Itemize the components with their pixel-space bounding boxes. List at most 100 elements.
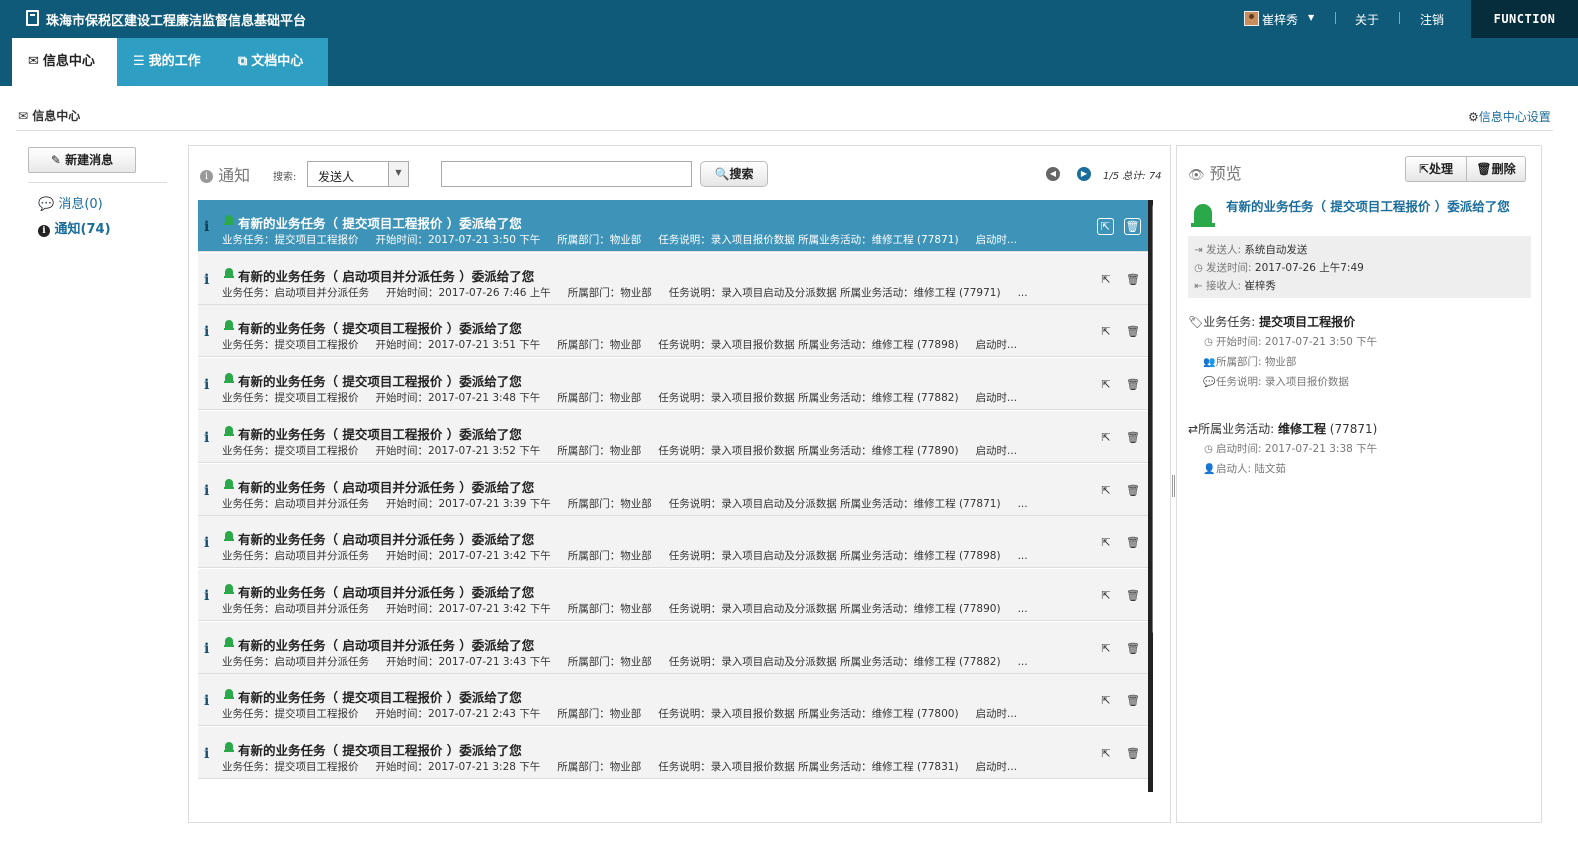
notification-details: 业务任务：提交项目工程报价 开始时间：2017-07-21 3:52 下午 所属部门… xyxy=(222,443,1042,458)
share-icon[interactable]: ⇱ xyxy=(1099,642,1113,655)
list-item[interactable]: i 有新的业务任务（ 提交项目工程报价 ）委派给了您 业务任务：提交项目工程报价 开始… xyxy=(198,305,1148,358)
list-item[interactable]: i 有新的业务任务（ 启动项目并分派任务 ）委派给了您 业务任务：启动项目并分派任务… xyxy=(198,621,1148,674)
chevron-down-icon[interactable]: ▼ xyxy=(388,162,408,186)
tab-document-center[interactable]: ⧉ 文档中心 xyxy=(222,38,328,86)
new-message-button[interactable]: ✎ 新建消息 xyxy=(28,147,136,173)
trash-icon[interactable]: 🗑 xyxy=(1126,273,1140,286)
task-field: 业务任务：提交项目工程报价 xyxy=(222,234,359,246)
list-item[interactable]: i 有新的业务任务（ 提交项目工程报价 ）委派给了您 业务任务：提交项目工程报价 开始… xyxy=(198,358,1148,411)
trash-icon[interactable]: 🗑 xyxy=(1126,325,1140,338)
search-input[interactable] xyxy=(441,161,692,187)
notification-title: 有新的业务任务（ 提交项目工程报价 ）委派给了您 xyxy=(238,321,522,337)
chevron-down-icon[interactable]: ▼ xyxy=(1308,13,1314,22)
info-icon: i xyxy=(204,482,210,499)
settings-link[interactable]: ⚙信息中心设置 xyxy=(1468,108,1551,125)
start-time-field: 开始时间：2017-07-21 3:42 下午 xyxy=(386,602,551,615)
sign-in-icon: ⇤ xyxy=(1194,281,1203,292)
scrollbar[interactable] xyxy=(1148,200,1153,792)
trash-icon[interactable]: 🗑 xyxy=(1126,642,1140,655)
trash-icon[interactable]: 🗑 xyxy=(1126,694,1140,707)
task-field: 业务任务：提交项目工程报价 xyxy=(222,708,359,721)
search-label: 搜索: xyxy=(273,172,297,183)
trash-icon[interactable]: 🗑 xyxy=(1126,747,1140,760)
list-item[interactable]: i 有新的业务任务（ 启动项目并分派任务 ）委派给了您 业务任务：启动项目并分派任务… xyxy=(198,568,1148,621)
next-page-icon[interactable]: ▶ xyxy=(1077,167,1091,181)
app-title: 珠海市保税区建设工程廉洁监督信息基础平台 xyxy=(46,14,307,29)
description-field: 任务说明：录入项目报价数据 所属业务活动：维修工程 (77890) xyxy=(658,444,959,457)
sidebar-item-messages[interactable]: 💬 消息(0) xyxy=(38,193,103,212)
bell-icon xyxy=(224,215,234,225)
sign-out-icon: ⇥ xyxy=(1194,245,1203,256)
bell-icon xyxy=(224,373,234,384)
trash-icon[interactable]: 🗑 xyxy=(1126,431,1140,444)
avatar[interactable] xyxy=(1244,11,1259,26)
dept-field: 所属部门：物业部 xyxy=(557,339,642,352)
share-icon[interactable]: ⇱ xyxy=(1099,484,1113,497)
task-field: 业务任务：提交项目工程报价 xyxy=(222,339,359,352)
share-icon[interactable]: ⇱ xyxy=(1099,325,1113,338)
list-item[interactable]: i 有新的业务任务（ 提交项目工程报价 ）委派给了您 业务任务：提交项目工程报价 开始… xyxy=(198,410,1148,463)
share-icon[interactable]: ⇱ xyxy=(1099,694,1113,707)
divider xyxy=(1335,12,1336,24)
scrollbar-thumb[interactable] xyxy=(1152,204,1153,634)
sidebar-item-notifications[interactable]: i 通知(74) xyxy=(38,218,111,237)
list-item[interactable]: i 有新的业务任务（ 提交项目工程报价 ）委派给了您 业务任务：提交项目工程报价 开始… xyxy=(198,200,1148,252)
process-button[interactable]: ⇱处理 xyxy=(1405,156,1467,182)
preview-panel: 👁 预览 ⇱处理 🗑删除 有新的业务任务（ 提交项目工程报价 ）委派给了您 ⇥ 发… xyxy=(1176,145,1542,823)
about-link[interactable]: 关于 xyxy=(1355,11,1379,28)
description-field: 任务说明：录入项目启动及分派数据 所属业务活动：维修工程 (77971) xyxy=(668,286,1001,299)
tab-info-center[interactable]: ✉ 信息中心 xyxy=(12,38,117,86)
notification-title: 有新的业务任务（ 提交项目工程报价 ）委派给了您 xyxy=(238,690,522,706)
tab-my-work[interactable]: ☰ 我的工作 xyxy=(117,38,222,86)
preview-heading: 有新的业务任务（ 提交项目工程报价 ）委派给了您 xyxy=(1226,199,1510,214)
logout-link[interactable]: 注销 xyxy=(1420,11,1444,28)
trash-icon[interactable]: 🗑 xyxy=(1124,218,1141,235)
share-icon[interactable]: ⇱ xyxy=(1099,378,1113,391)
notification-title: 有新的业务任务（ 提交项目工程报价 ）委派给了您 xyxy=(238,743,522,758)
task-field: 业务任务：提交项目工程报价 xyxy=(222,392,359,405)
share-icon[interactable]: ⇱ xyxy=(1099,273,1113,286)
notification-details: 业务任务：启动项目并分派任务 开始时间：2017-07-21 3:42 下午 所属部… xyxy=(222,601,1042,616)
list-item[interactable]: i 有新的业务任务（ 启动项目并分派任务 ）委派给了您 业务任务：启动项目并分派任务… xyxy=(198,516,1148,569)
select-value: 发送人 xyxy=(318,170,355,184)
comments-icon: 💬 xyxy=(38,197,55,212)
share-icon[interactable]: ⇱ xyxy=(1097,218,1114,235)
start-time-field: 开始时间：2017-07-21 3:43 下午 xyxy=(386,655,551,668)
bell-icon xyxy=(1191,204,1215,228)
share-icon[interactable]: ⇱ xyxy=(1099,589,1113,602)
user-menu[interactable]: 崔梓秀 xyxy=(1262,11,1298,28)
preview-title: 👁 预览 xyxy=(1188,160,1242,184)
breadcrumb-label: 信息中心 xyxy=(32,109,81,123)
clock-icon: ◷ xyxy=(1204,337,1213,348)
group-icon: 👥 xyxy=(1203,357,1216,368)
sidebar-item-label: 通知(74) xyxy=(54,222,111,237)
list-item[interactable]: i 有新的业务任务（ 提交项目工程报价 ）委派给了您 业务任务：提交项目工程报价 开始… xyxy=(198,727,1148,779)
gear-icon: ⚙ xyxy=(1468,110,1479,124)
task-desc-row: 💬任务说明: 录入项目报价数据 xyxy=(1203,374,1349,389)
list-item[interactable]: i 有新的业务任务（ 启动项目并分派任务 ）委派给了您 业务任务：启动项目并分派任务… xyxy=(198,463,1148,516)
trash-icon[interactable]: 🗑 xyxy=(1126,378,1140,391)
receiver-value: 崔梓秀 xyxy=(1244,280,1276,292)
share-icon[interactable]: ⇱ xyxy=(1099,536,1113,549)
activity-starter-row: 👤启动人: 陆文茹 xyxy=(1203,461,1286,476)
extra-field: 启动时... xyxy=(975,392,1018,405)
list-item[interactable]: i 有新的业务任务（ 提交项目工程报价 ）委派给了您 业务任务：提交项目工程报价 开始… xyxy=(198,674,1148,727)
panel-splitter[interactable] xyxy=(1172,475,1175,497)
trash-icon[interactable]: 🗑 xyxy=(1126,536,1140,549)
share-icon[interactable]: ⇱ xyxy=(1099,431,1113,444)
search-button[interactable]: 🔍搜索 xyxy=(700,161,768,187)
dept-field: 所属部门：物业部 xyxy=(567,655,652,668)
task-field: 业务任务：启动项目并分派任务 xyxy=(222,286,369,299)
share-icon[interactable]: ⇱ xyxy=(1099,747,1113,760)
search-field-select[interactable]: 发送人 ▼ xyxy=(307,161,409,187)
task-start-label: 开始时间: xyxy=(1216,336,1262,348)
tab-label: 信息中心 xyxy=(42,54,95,69)
preview-meta: ⇥ 发送人: 系统自动发送 ◷ 发送时间: 2017-07-26 上午7:49 ⇤ 接… xyxy=(1188,236,1531,298)
prev-page-icon[interactable]: ◀ xyxy=(1046,167,1060,181)
trash-icon[interactable]: 🗑 xyxy=(1126,484,1140,497)
trash-icon[interactable]: 🗑 xyxy=(1126,589,1140,602)
start-time-field: 开始时间：2017-07-21 3:52 下午 xyxy=(375,444,541,457)
list-item[interactable]: i 有新的业务任务（ 启动项目并分派任务 ）委派给了您 业务任务：启动项目并分派任务… xyxy=(198,252,1148,305)
delete-button[interactable]: 🗑删除 xyxy=(1466,156,1526,182)
dept-field: 所属部门：物业部 xyxy=(557,444,642,457)
